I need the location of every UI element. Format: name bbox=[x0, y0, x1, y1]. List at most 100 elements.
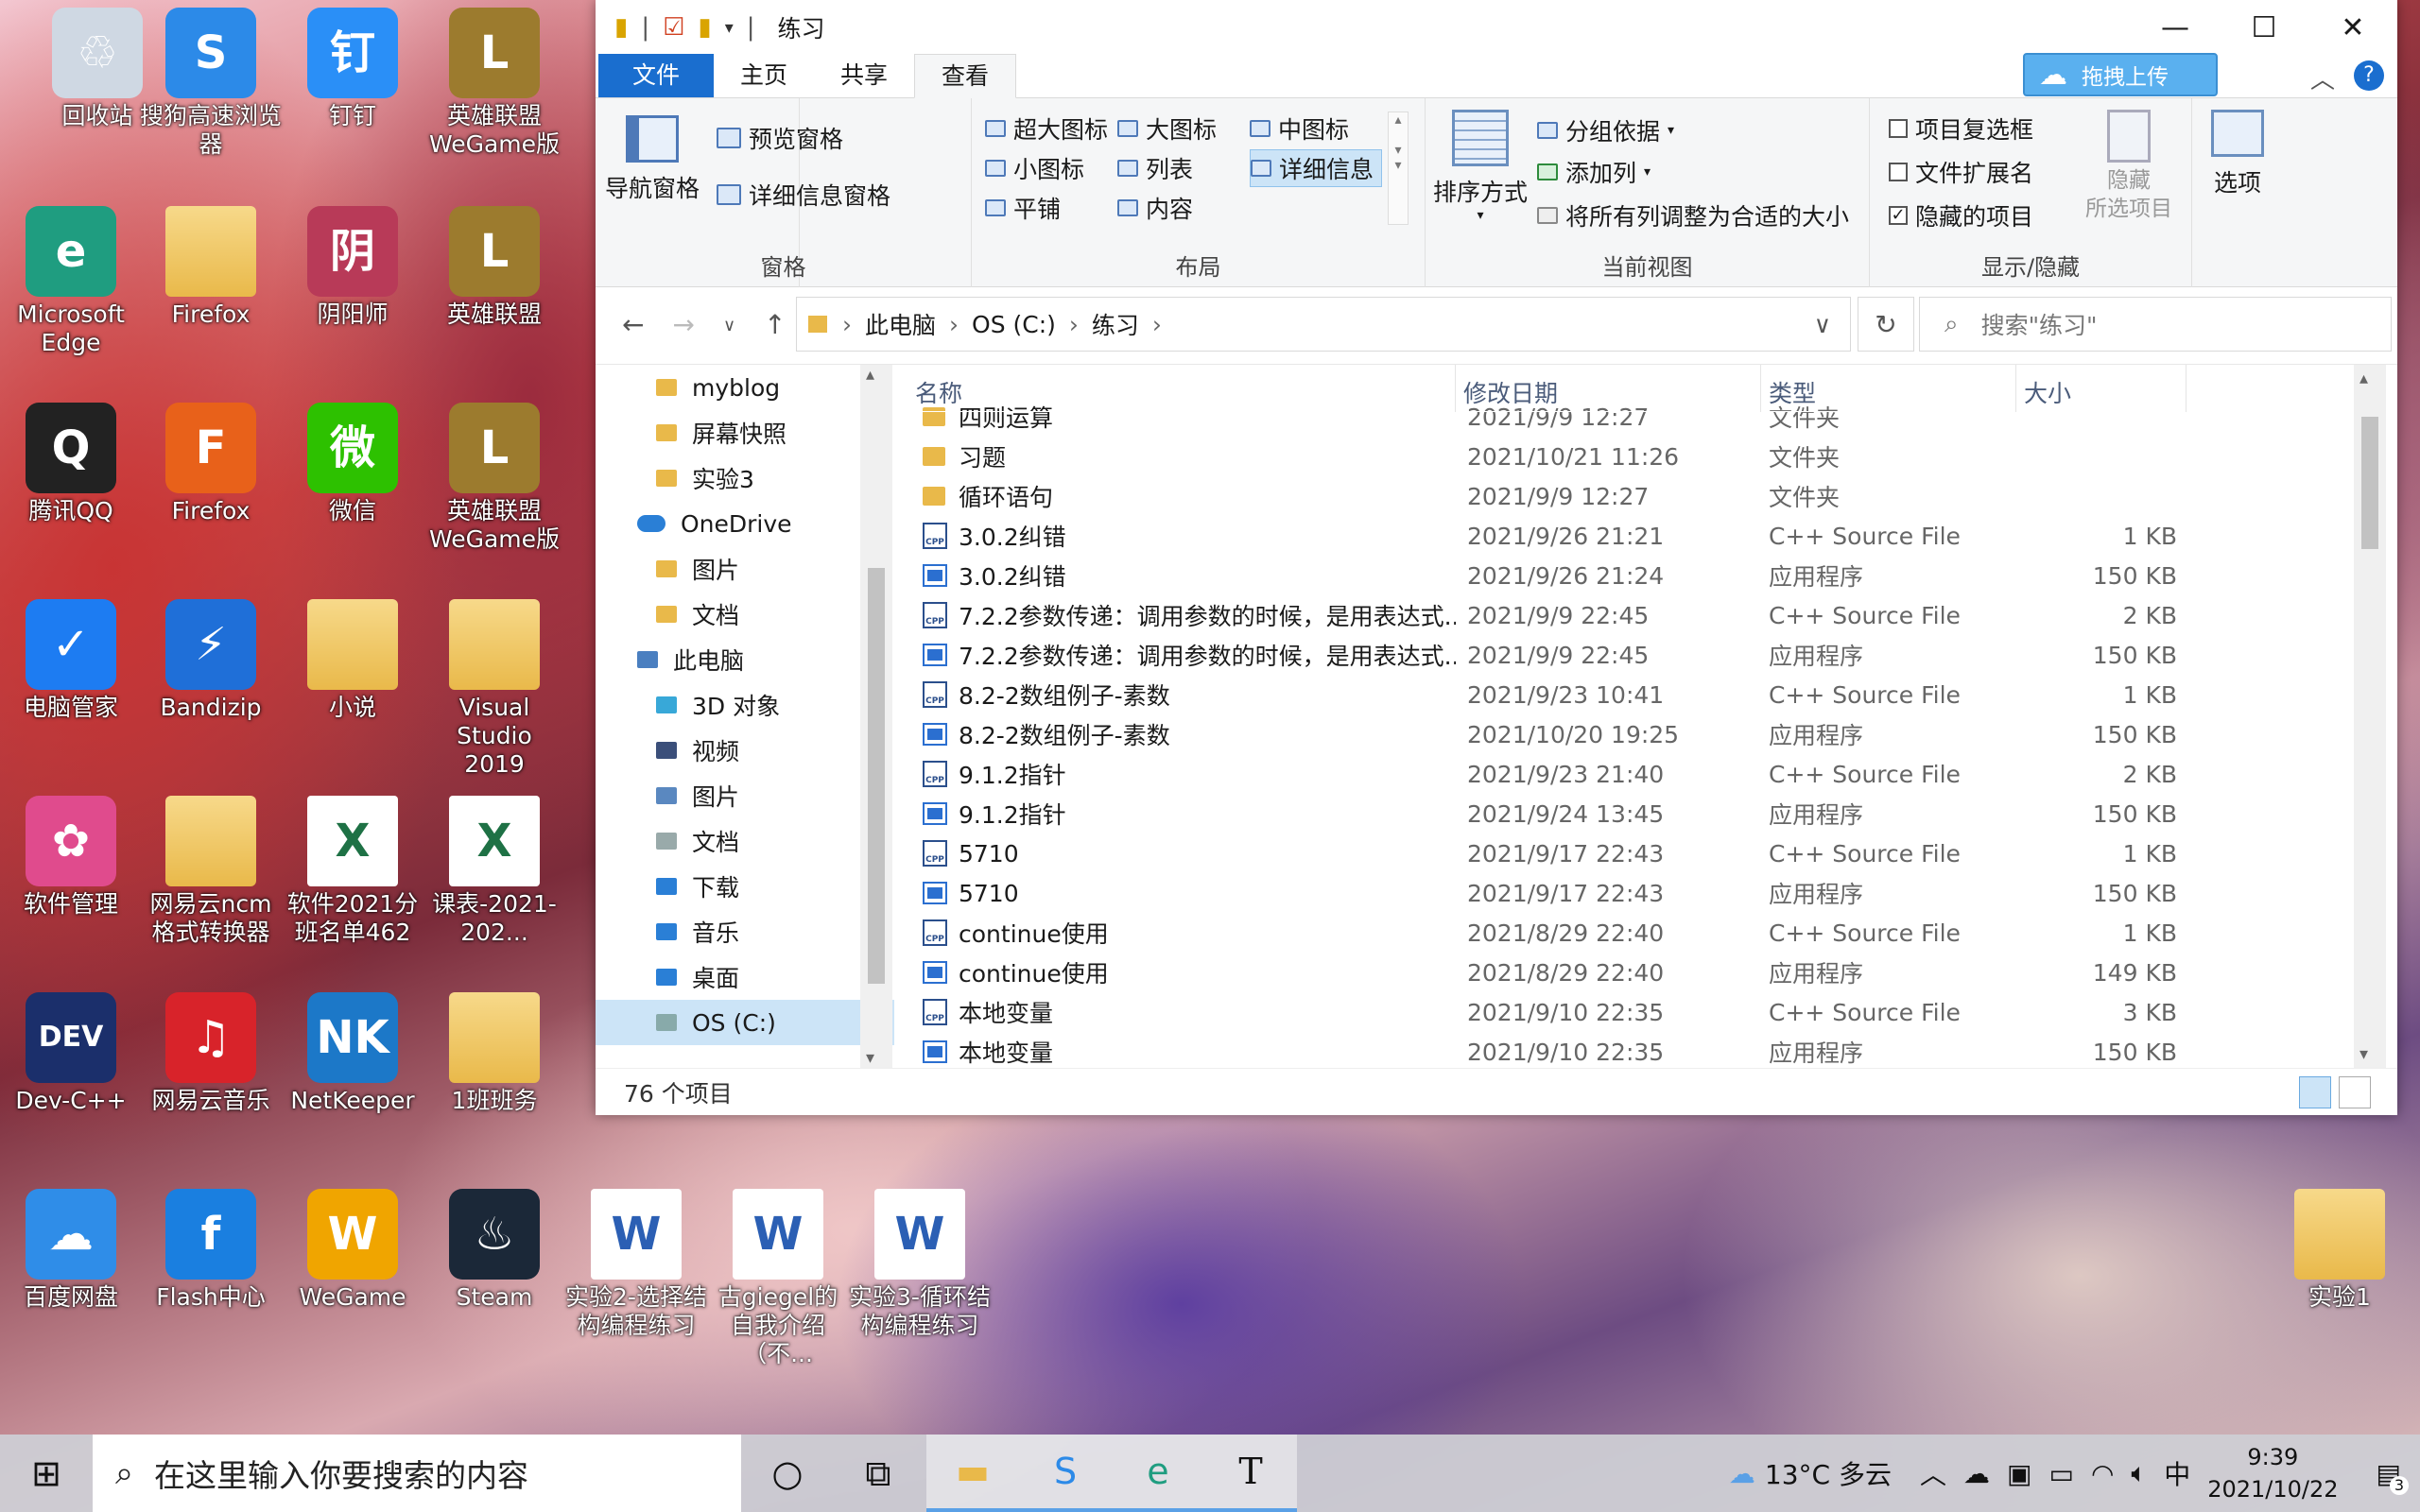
nav-item[interactable]: myblog bbox=[596, 365, 894, 410]
desktop-icon[interactable]: ⚡ Bandizip bbox=[140, 599, 282, 722]
nav-item[interactable]: OS (C:) bbox=[596, 1000, 894, 1045]
nav-item[interactable]: 下载 bbox=[596, 864, 894, 909]
desktop-icon[interactable]: DEV Dev-C++ bbox=[0, 992, 142, 1115]
desktop-icon[interactable]: L 英雄联盟WeGame版 bbox=[424, 8, 565, 159]
hidden-items-toggle[interactable]: ✓ 隐藏的项目 bbox=[1889, 197, 2033, 234]
drag-upload-button[interactable]: ☁ 拖拽上传 bbox=[2023, 53, 2218, 96]
clock[interactable]: 9:39 2021/10/22 bbox=[2207, 1441, 2338, 1505]
column-type[interactable]: 类型 bbox=[1761, 365, 2016, 412]
medium-icons-option[interactable]: 中图标 bbox=[1250, 110, 1382, 147]
help-icon[interactable]: ? bbox=[2354, 60, 2384, 91]
desktop-icon[interactable]: F Firefox bbox=[140, 403, 282, 525]
layout-scroll[interactable]: ▴ ▾ ▾ bbox=[1388, 112, 1409, 225]
ime-indicator[interactable]: 中 bbox=[2164, 1454, 2190, 1492]
customize-qat-icon[interactable]: ▾ bbox=[725, 18, 734, 38]
nav-item[interactable]: 实验3 bbox=[596, 455, 894, 501]
file-row[interactable]: 本地变量 2021/9/10 22:35 应用程序 150 KB bbox=[908, 1032, 2363, 1068]
taskbar-sogou-browser[interactable]: S bbox=[1019, 1435, 1112, 1512]
scrollbar-thumb[interactable] bbox=[868, 568, 885, 984]
breadcrumb-drive[interactable]: OS (C:) bbox=[972, 311, 1056, 338]
content-option[interactable]: 内容 bbox=[1117, 189, 1250, 227]
hidden-items-checkbox[interactable]: ✓ bbox=[1889, 206, 1908, 225]
nav-item[interactable]: 音乐 bbox=[596, 909, 894, 954]
tab-view[interactable]: 查看 bbox=[914, 54, 1017, 98]
onedrive-icon[interactable]: ☁ bbox=[1963, 1458, 1990, 1489]
nav-item[interactable]: 3D 对象 bbox=[596, 682, 894, 728]
file-row[interactable]: 9.1.2指针 2021/9/24 13:45 应用程序 150 KB bbox=[908, 794, 2363, 833]
task-view-button[interactable]: ⧉ bbox=[832, 1435, 925, 1512]
desktop-icon[interactable]: 微微信 bbox=[282, 403, 424, 525]
small-icons-option[interactable]: 小图标 bbox=[985, 149, 1117, 187]
navigation-pane-scrollbar[interactable]: ▴ ▾ bbox=[860, 365, 892, 1068]
new-folder-icon[interactable]: ▮ bbox=[698, 13, 711, 42]
file-row[interactable]: 8.2-2数组例子-素数 2021/10/20 19:25 应用程序 150 KB bbox=[908, 714, 2363, 754]
file-row[interactable]: 7.2.2参数传递：调用参数的时候，是用表达式... 2021/9/9 22:45… bbox=[908, 635, 2363, 675]
desktop-icon[interactable]: 实验1 bbox=[2269, 1189, 2411, 1312]
tiles-option[interactable]: 平铺 bbox=[985, 189, 1117, 227]
desktop-icon[interactable]: Visual Studio 2019 bbox=[424, 599, 565, 779]
nav-item[interactable]: 文档 bbox=[596, 592, 894, 637]
nav-item[interactable]: OneDrive bbox=[596, 501, 894, 546]
collapse-ribbon-icon[interactable]: ︿ bbox=[2310, 60, 2335, 95]
desktop-icon[interactable]: Firefox bbox=[140, 206, 282, 329]
file-row[interactable]: CPP 9.1.2指针 2021/9/23 21:40 C++ Source File… bbox=[908, 754, 2363, 794]
taskbar-file-explorer[interactable]: ▬ bbox=[926, 1435, 1019, 1512]
desktop-icon[interactable]: ✓ 电脑管家 bbox=[0, 599, 142, 722]
refresh-button[interactable]: ↻ bbox=[1858, 297, 1914, 352]
desktop-icon[interactable]: ✿ 软件管理 bbox=[0, 796, 142, 919]
desktop-icon[interactable]: W WeGame bbox=[282, 1189, 424, 1312]
large-icons-view-button[interactable] bbox=[2339, 1075, 2371, 1108]
weather-text[interactable]: 13°C 多云 bbox=[1765, 1454, 1892, 1492]
file-row[interactable]: CPP 8.2-2数组例子-素数 2021/9/23 10:41 C++ Source… bbox=[908, 675, 2363, 714]
group-by-button[interactable]: 分组依据 ▾ bbox=[1537, 112, 1674, 149]
desktop-icon[interactable]: 网易云ncm格式转换器 bbox=[140, 796, 282, 947]
hide-selected-button[interactable]: 隐藏 所选项目 bbox=[2085, 110, 2172, 223]
properties-icon[interactable]: ☑ bbox=[663, 13, 684, 42]
sort-by-button[interactable]: 排序方式 ▾ bbox=[1433, 110, 1528, 223]
file-row[interactable]: CPP 7.2.2参数传递：调用参数的时候，是用表达式... 2021/9/9 22… bbox=[908, 595, 2363, 635]
show-hidden-icons-icon[interactable]: ︿ bbox=[1920, 1454, 1946, 1492]
nav-item[interactable]: 图片 bbox=[596, 546, 894, 592]
scroll-up-icon[interactable]: ▴ bbox=[866, 365, 874, 385]
nav-item[interactable]: 此电脑 bbox=[596, 637, 894, 682]
desktop-icon[interactable]: W 实验2-选择结构编程练习 bbox=[565, 1189, 707, 1340]
address-box[interactable]: › 此电脑 › OS (C:) › 练习 › ∨ bbox=[796, 297, 1851, 352]
desktop-icon[interactable]: W 古giegel的自我介绍（不... bbox=[707, 1189, 849, 1368]
large-icons-option[interactable]: 大图标 bbox=[1117, 110, 1250, 147]
file-extensions-toggle[interactable]: 文件扩展名 bbox=[1889, 153, 2033, 191]
nav-item[interactable]: 桌面 bbox=[596, 954, 894, 1000]
taskbar-typora[interactable]: T bbox=[1204, 1435, 1297, 1512]
desktop-icon[interactable]: ♫ 网易云音乐 bbox=[140, 992, 282, 1115]
column-name[interactable]: 名称 bbox=[908, 365, 1456, 412]
breadcrumb-this-pc[interactable]: 此电脑 bbox=[865, 307, 936, 341]
tab-home[interactable]: 主页 bbox=[714, 54, 814, 97]
nav-item[interactable]: 图片 bbox=[596, 773, 894, 818]
fit-columns-button[interactable]: 将所有列调整为合适的大小 bbox=[1537, 197, 1849, 234]
desktop-icon[interactable]: f Flash中心 bbox=[140, 1189, 282, 1312]
desktop-icon[interactable]: L 英雄联盟WeGame版 bbox=[424, 403, 565, 554]
security-icon[interactable]: ▣ bbox=[2007, 1458, 2031, 1489]
recent-locations-icon[interactable]: ∨ bbox=[723, 309, 735, 343]
desktop-icon[interactable]: e Microsoft Edge bbox=[0, 206, 142, 357]
desktop-icon[interactable]: 小说 bbox=[282, 599, 424, 722]
maximize-button[interactable]: ☐ bbox=[2220, 11, 2308, 44]
start-button[interactable]: ⊞ bbox=[0, 1435, 93, 1512]
up-arrow-icon[interactable]: ↑ bbox=[764, 309, 786, 343]
file-list-scrollbar[interactable]: ▴ ▾ bbox=[2354, 365, 2386, 1068]
item-checkboxes-toggle[interactable]: 项目复选框 bbox=[1889, 110, 2033, 147]
file-row[interactable]: CPP 3.0.2纠错 2021/9/26 21:21 C++ Source File… bbox=[908, 516, 2363, 556]
back-arrow-icon[interactable]: ← bbox=[622, 309, 644, 343]
notifications-icon[interactable]: ▤ 3 bbox=[2377, 1458, 2409, 1495]
desktop-icon[interactable]: ☁ 百度网盘 bbox=[0, 1189, 142, 1312]
desktop-icon[interactable]: 钉钉钉 bbox=[282, 8, 424, 130]
file-row[interactable]: CPP 5710 2021/9/17 22:43 C++ Source File 1 K… bbox=[908, 833, 2363, 873]
details-view-button[interactable] bbox=[2299, 1075, 2331, 1108]
taskbar-search[interactable]: ⌕ 在这里输入你要搜索的内容 bbox=[93, 1435, 741, 1512]
item-checkboxes-checkbox[interactable] bbox=[1889, 119, 1908, 138]
scroll-down-icon[interactable]: ▾ bbox=[866, 1048, 874, 1068]
desktop-icon[interactable]: W 实验3-循环结构编程练习 bbox=[849, 1189, 991, 1340]
file-row[interactable]: 5710 2021/9/17 22:43 应用程序 150 KB bbox=[908, 873, 2363, 913]
breadcrumb-current[interactable]: 练习 bbox=[1092, 307, 1139, 341]
taskbar-edge[interactable]: e bbox=[1112, 1435, 1204, 1512]
nav-item[interactable]: 文档 bbox=[596, 818, 894, 864]
